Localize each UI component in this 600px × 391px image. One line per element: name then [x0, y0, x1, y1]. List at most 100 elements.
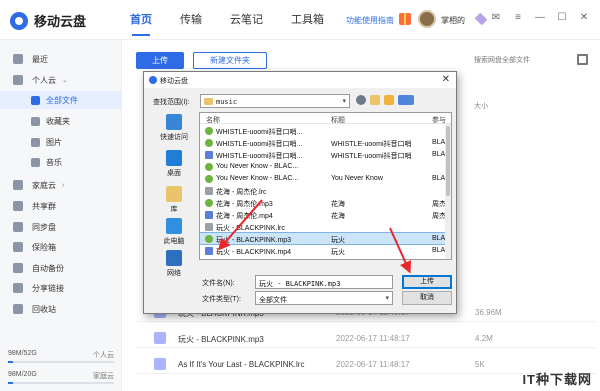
place-network[interactable]: 网络 [153, 248, 195, 288]
chevron-down-icon: ▾ [385, 295, 389, 302]
sidebar-item-personal-cloud[interactable]: 个人云 ⌄ [0, 71, 122, 89]
column-header-name[interactable]: 名称 [206, 115, 220, 125]
quota-label: 家庭云 [93, 373, 114, 380]
audio-file-icon [205, 163, 213, 171]
quota-used: 98M/52G [8, 350, 37, 357]
upload-button[interactable]: 上传 [136, 52, 184, 69]
file-name[interactable]: As If It's Your Last - BLACKPINK.lrc [178, 360, 304, 369]
places-bar: 快速访问 桌面 库 此电脑 网络 [153, 112, 195, 284]
file-name[interactable]: 玩火 - BLACKPINK.mp3 [178, 334, 264, 345]
clock-icon [13, 54, 23, 64]
dialog-nav-toolbar [356, 95, 414, 105]
column-header-title[interactable]: 标题 [331, 115, 345, 125]
view-toggle-icon[interactable] [577, 54, 588, 65]
sidebar-item-music[interactable]: 音乐 [0, 153, 122, 171]
menu-icon[interactable]: ≡ [512, 12, 524, 23]
search-input[interactable] [474, 53, 564, 68]
mail-icon[interactable]: ✉ [490, 12, 502, 23]
dialog-title-bar: 移动云盘 ✕ [144, 72, 456, 88]
tab-home[interactable]: 首页 [130, 0, 152, 40]
back-icon[interactable] [356, 95, 366, 105]
sidebar-item-label: 全部文件 [46, 95, 78, 105]
sidebar-item-all-files[interactable]: 全部文件 [0, 91, 122, 109]
look-in-label: 查找范围(I): [153, 99, 190, 106]
window-controls: ✉ ≡ — ☐ ✕ [490, 12, 590, 23]
look-in-value: music [216, 98, 238, 106]
sidebar-item-images[interactable]: 图片 [0, 133, 122, 151]
file-list-item[interactable]: You Never Know - BLAC... [200, 161, 451, 172]
file-list-item[interactable]: 花海 - 周杰伦.mp3 花海 周杰 [200, 197, 451, 208]
new-folder-button[interactable]: 新建文件夹 [193, 52, 267, 69]
up-folder-icon[interactable] [370, 95, 380, 105]
file-date: 2022-06-17 11:48:17 [336, 360, 410, 369]
audio-file-icon [205, 127, 213, 135]
sidebar-item-label: 音乐 [46, 157, 62, 167]
column-header-artist[interactable]: 参与 [432, 115, 446, 125]
look-in-select[interactable]: music ▾ [200, 94, 350, 108]
vip-diamond-icon[interactable] [474, 12, 488, 26]
file-list-item[interactable]: 玩火 - BLACKPINK.lrc [200, 221, 451, 232]
lyric-file-icon [205, 223, 213, 231]
sidebar-item-label: 共享群 [32, 201, 56, 211]
file-date: 2022-06-17 11:48:17 [336, 334, 410, 343]
gift-icon[interactable] [399, 13, 411, 25]
sidebar-item-auto-backup[interactable]: 自动备份 [0, 259, 122, 277]
dialog-close-button[interactable]: ✕ [442, 74, 450, 85]
sidebar-item-label: 最近 [32, 54, 48, 64]
sidebar-item-recycle-bin[interactable]: 回收站 [0, 300, 122, 318]
sidebar-item-share-link[interactable]: 分享链接 [0, 279, 122, 297]
tab-toolbox[interactable]: 工具箱 [291, 0, 324, 40]
file-list: 名称 标题 参与 WHISTLE-uoomi抖音口哨... WHISTLE-uo… [199, 112, 452, 260]
file-list-item[interactable]: You Never Know - BLAC... You Never Know BL… [200, 173, 451, 184]
computer-icon [166, 218, 182, 234]
sidebar-item-safe[interactable]: 保险箱 [0, 238, 122, 256]
sidebar-item-family-cloud[interactable]: 家庭云 › [0, 176, 122, 194]
close-icon[interactable]: ✕ [578, 12, 590, 23]
sidebar-item-recent[interactable]: 最近 [0, 50, 122, 68]
file-list-item[interactable]: 玩火 - BLACKPINK.mp4 玩火 BLA [200, 245, 451, 256]
filetype-select[interactable]: 全部文件 ▾ [255, 291, 393, 305]
tab-transfer[interactable]: 传输 [180, 0, 202, 40]
file-list-scrollbar[interactable] [445, 124, 451, 259]
home-icon [13, 180, 23, 190]
cloud-logo-icon [10, 11, 28, 30]
chevron-down-icon: ⌄ [62, 77, 68, 84]
app-logo: 移动云盘 [10, 11, 86, 30]
music-file-icon [154, 332, 166, 344]
scrollbar-thumb[interactable] [446, 126, 450, 196]
minimize-icon[interactable]: — [534, 12, 546, 23]
sidebar-item-share-group[interactable]: 共享群 [0, 197, 122, 215]
username[interactable]: 掌相的 [441, 15, 465, 26]
new-folder-icon[interactable] [384, 95, 394, 105]
file-list-item[interactable]: WHISTLE-uoomi抖音口哨... [200, 125, 451, 136]
sidebar-item-label: 分享链接 [32, 283, 64, 293]
file-list-item[interactable]: 花海 - 周杰伦.mp4 花海 周杰 [200, 209, 451, 220]
place-desktop[interactable]: 桌面 [153, 148, 195, 188]
folder-icon [204, 98, 213, 105]
sidebar-item-favorites[interactable]: 收藏夹 [0, 112, 122, 130]
maximize-icon[interactable]: ☐ [556, 12, 568, 23]
file-list-item-selected[interactable]: 玩火 - BLACKPINK.mp3 玩火 BLA [200, 232, 451, 245]
top-nav: 首页 传输 云笔记 工具箱 [130, 0, 352, 40]
group-icon [13, 201, 23, 211]
view-menu-icon[interactable] [398, 95, 414, 105]
file-list-item[interactable]: 花海 - 周杰伦.lrc [200, 185, 451, 196]
guide-link[interactable]: 功能使用指南 [346, 15, 394, 26]
avatar[interactable] [418, 10, 436, 28]
place-quick-access[interactable]: 快速访问 [153, 112, 195, 152]
video-file-icon [205, 151, 213, 159]
column-header-size[interactable]: 大小 [474, 101, 488, 111]
filename-field[interactable]: 玩火 - BLACKPINK.mp3 [255, 275, 393, 289]
file-list-item[interactable]: WHISTLE-uoomi抖音口哨... WHISTLE-uoomi抖音口哨 BLA [200, 137, 451, 148]
filetype-label: 文件类型(T): [202, 296, 241, 303]
tab-notes[interactable]: 云笔记 [230, 0, 263, 40]
star-icon [31, 116, 40, 126]
table-row[interactable]: 玩火 - BLACKPINK.mp3 2022-06-17 11:48:17 4… [136, 328, 596, 348]
dialog-upload-button[interactable]: 上传 [402, 275, 452, 289]
file-size: 4.2M [475, 334, 493, 343]
dialog-cancel-button[interactable]: 取消 [402, 291, 452, 305]
sidebar-item-sync-disk[interactable]: 同步盘 [0, 218, 122, 236]
file-list-item[interactable]: WHISTLE-uoomi抖音口哨... WHISTLE-uoomi抖音口哨 BLA [200, 149, 451, 160]
family-quota: 98M/20G 家庭云 [8, 371, 114, 384]
audio-file-icon [205, 139, 213, 147]
